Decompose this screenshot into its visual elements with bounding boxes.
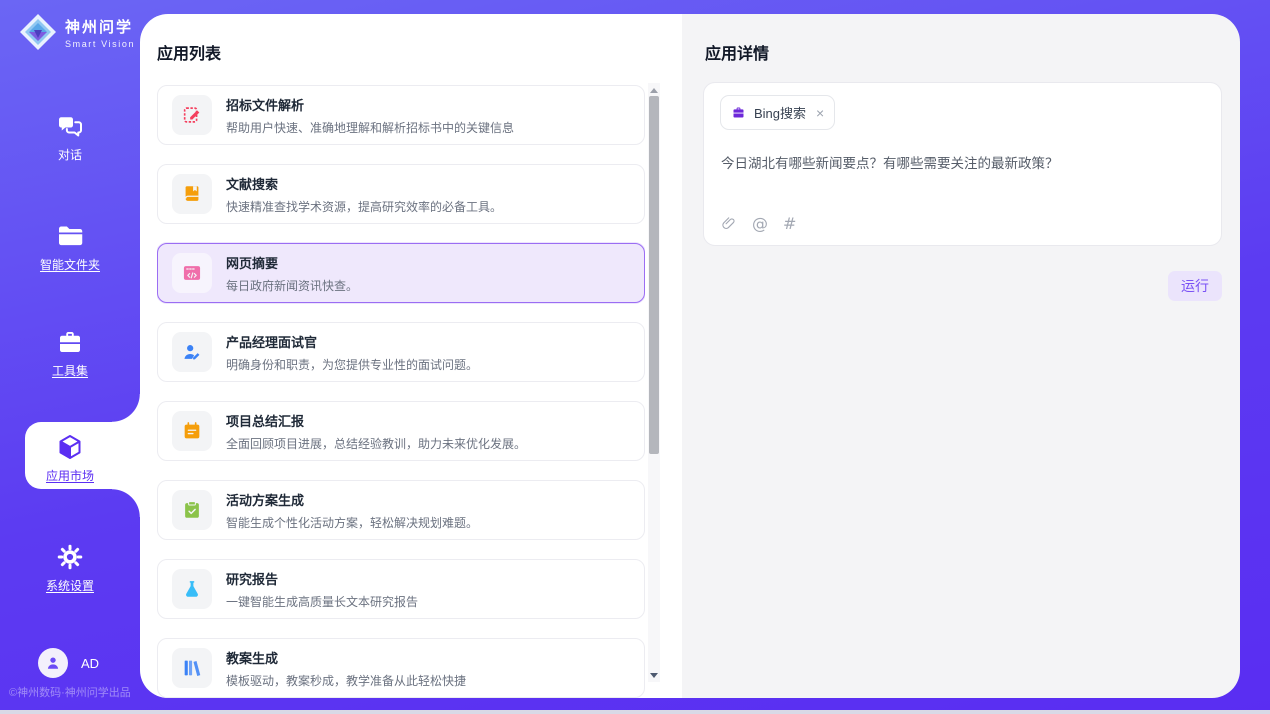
browser-code-icon xyxy=(172,253,212,293)
tool-tag-bing-search: Bing搜索 × xyxy=(720,95,835,130)
brand-logo: 神州问学 Smart Vision xyxy=(18,12,135,52)
sidebar-item-smart-folders[interactable]: 智能文件夹 xyxy=(0,221,140,273)
flask-icon xyxy=(172,569,212,609)
sidebar-item-toolset[interactable]: 工具集 xyxy=(0,327,140,379)
app-detail-title: 应用详情 xyxy=(705,40,769,64)
close-icon[interactable]: × xyxy=(816,106,824,120)
app-card-event-plan-generator[interactable]: 活动方案生成 智能生成个性化活动方案，轻松解决规划难题。 xyxy=(157,480,645,540)
book-icon xyxy=(172,174,212,214)
app-card-title: 研究报告 xyxy=(226,569,418,588)
app-card-title: 文献搜索 xyxy=(226,174,502,193)
scrollbar-up-arrow[interactable] xyxy=(648,84,660,96)
scrollbar[interactable] xyxy=(648,83,660,682)
gear-icon xyxy=(55,542,85,572)
app-detail-panel: 应用详情 Bing搜索 × 今日湖北有哪些新闻要点？有哪些需要关注的最新政策？ … xyxy=(682,14,1240,698)
tool-tag-label: Bing搜索 xyxy=(754,103,806,122)
books-icon xyxy=(172,648,212,688)
sidebar-item-chat[interactable]: 对话 xyxy=(0,111,140,163)
main-content: 应用列表 招标文件解析 帮助用户快速、准确地理解和解析招标书中的关键信息 文献搜… xyxy=(140,14,1240,698)
app-card-bid-document-parsing[interactable]: 招标文件解析 帮助用户快速、准确地理解和解析招标书中的关键信息 xyxy=(157,85,645,145)
app-window: 神州问学 Smart Vision 对话 智能文件夹 工具集 应用市场 系统设置… xyxy=(0,0,1270,714)
app-card-research-report[interactable]: 研究报告 一键智能生成高质量长文本研究报告 xyxy=(157,559,645,619)
hash-icon[interactable]: # xyxy=(783,215,796,232)
user-account[interactable]: AD xyxy=(38,648,99,678)
app-card-literature-search[interactable]: 文献搜索 快速精准查找学术资源，提高研究效率的必备工具。 xyxy=(157,164,645,224)
app-card-desc: 帮助用户快速、准确地理解和解析招标书中的关键信息 xyxy=(226,119,514,136)
app-card-project-summary-report[interactable]: 项目总结汇报 全面回顾项目进展，总结经验教训，助力未来优化发展。 xyxy=(157,401,645,461)
cube-icon xyxy=(55,432,85,462)
note-icon xyxy=(172,411,212,451)
app-card-pm-interviewer[interactable]: 产品经理面试官 明确身份和职责，为您提供专业性的面试问题。 xyxy=(157,322,645,382)
run-button[interactable]: 运行 xyxy=(1168,271,1222,301)
brand-diamond-icon xyxy=(18,12,58,52)
app-card-title: 教案生成 xyxy=(226,648,466,667)
prompt-card: Bing搜索 × 今日湖北有哪些新闻要点？有哪些需要关注的最新政策？ @# xyxy=(703,82,1222,246)
brand-text: 神州问学 Smart Vision xyxy=(65,16,135,49)
app-card-title: 活动方案生成 xyxy=(226,490,478,509)
app-card-desc: 一键智能生成高质量长文本研究报告 xyxy=(226,593,418,610)
scrollbar-thumb[interactable] xyxy=(649,96,659,454)
paperclip-icon[interactable] xyxy=(720,215,737,232)
app-card-web-summary[interactable]: 网页摘要 每日政府新闻资讯快查。 xyxy=(157,243,645,303)
app-card-title: 产品经理面试官 xyxy=(226,332,478,351)
sidebar-item-app-market[interactable]: 应用市场 xyxy=(0,432,140,484)
app-card-title: 网页摘要 xyxy=(226,253,358,272)
brand-name: 神州问学 xyxy=(65,16,135,37)
app-list-panel: 应用列表 招标文件解析 帮助用户快速、准确地理解和解析招标书中的关键信息 文献搜… xyxy=(140,14,682,698)
app-card-desc: 模板驱动，教案秒成，教学准备从此轻松快捷 xyxy=(226,672,466,689)
brand-subtitle: Smart Vision xyxy=(65,39,135,49)
clipboard-check-icon xyxy=(172,490,212,530)
app-list-title: 应用列表 xyxy=(157,40,221,64)
app-card-desc: 快速精准查找学术资源，提高研究效率的必备工具。 xyxy=(226,198,502,215)
sidebar: 神州问学 Smart Vision 对话 智能文件夹 工具集 应用市场 系统设置… xyxy=(0,0,140,714)
composer-toolbar: @# xyxy=(720,215,796,232)
app-card-desc: 每日政府新闻资讯快查。 xyxy=(226,277,358,294)
chat-icon xyxy=(55,111,85,141)
document-edit-icon xyxy=(172,95,212,135)
toolbox-icon xyxy=(55,327,85,357)
app-card-lesson-plan-generator[interactable]: 教案生成 模板驱动，教案秒成，教学准备从此轻松快捷 xyxy=(157,638,645,698)
copyright: ©神州数码·神州问学出品 xyxy=(9,684,131,700)
app-card-desc: 明确身份和职责，为您提供专业性的面试问题。 xyxy=(226,356,478,373)
app-card-list: 招标文件解析 帮助用户快速、准确地理解和解析招标书中的关键信息 文献搜索 快速精… xyxy=(157,85,645,698)
app-card-title: 项目总结汇报 xyxy=(226,411,526,430)
folder-icon xyxy=(55,221,85,251)
query-input[interactable]: 今日湖北有哪些新闻要点？有哪些需要关注的最新政策？ xyxy=(721,152,1201,172)
scrollbar-down-arrow[interactable] xyxy=(648,669,660,681)
app-card-title: 招标文件解析 xyxy=(226,95,514,114)
sidebar-item-system-settings[interactable]: 系统设置 xyxy=(0,542,140,594)
person-icon xyxy=(172,332,212,372)
app-card-desc: 全面回顾项目进展，总结经验教训，助力未来优化发展。 xyxy=(226,435,526,452)
user-avatar-icon xyxy=(38,648,68,678)
mention-icon[interactable]: @ xyxy=(752,215,768,232)
bottom-strip xyxy=(0,710,1270,714)
user-name: AD xyxy=(81,656,99,671)
briefcase-icon xyxy=(731,105,746,120)
app-card-desc: 智能生成个性化活动方案，轻松解决规划难题。 xyxy=(226,514,478,531)
